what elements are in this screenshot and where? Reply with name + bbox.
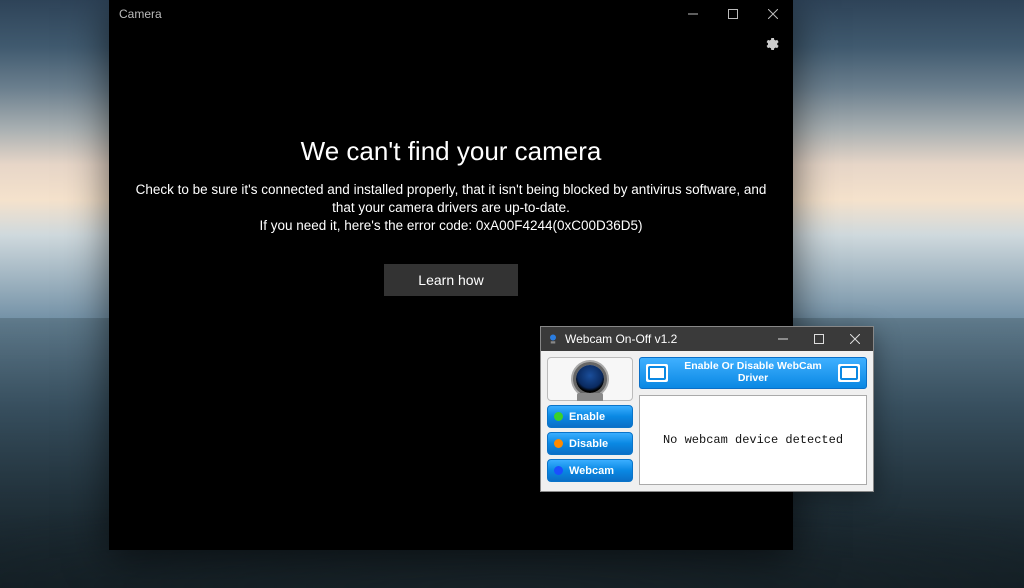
camera-error-line1: Check to be sure it's connected and inst… [136,182,767,215]
status-panel: No webcam device detected [639,395,867,485]
driver-header: Enable Or Disable WebCam Driver [639,357,867,389]
status-dot-orange [554,439,563,448]
learn-how-button[interactable]: Learn how [384,264,517,296]
enable-label: Enable [569,411,605,423]
close-button[interactable] [753,0,793,28]
id-card-icon [838,364,860,382]
maximize-button[interactable] [801,327,837,351]
minimize-button[interactable] [765,327,801,351]
camera-error-line2: If you need it, here's the error code: 0… [259,218,642,233]
disable-button[interactable]: Disable [547,432,633,455]
webcam-body: Enable Disable Webcam Enable Or Disable … [541,351,873,491]
status-message: No webcam device detected [663,433,843,447]
webcam-window-controls [765,327,873,351]
enable-button[interactable]: Enable [547,405,633,428]
webcam-label: Webcam [569,465,614,477]
close-button[interactable] [837,327,873,351]
minimize-button[interactable] [673,0,713,28]
status-dot-green [554,412,563,421]
camera-titlebar[interactable]: Camera [109,0,793,28]
camera-error-heading: We can't find your camera [301,136,602,167]
disable-label: Disable [569,438,608,450]
driver-header-text: Enable Or Disable WebCam Driver [674,361,832,384]
webcam-device-button[interactable] [547,357,633,401]
maximize-button[interactable] [713,0,753,28]
webcam-icon [576,365,604,393]
webcam-onoff-titlebar[interactable]: Webcam On-Off v1.2 [541,327,873,351]
camera-window-controls [673,0,793,28]
webcam-onoff-window: Webcam On-Off v1.2 Enable Disab [540,326,874,492]
toolbox-icon [646,364,668,382]
webcam-left-panel: Enable Disable Webcam [547,357,633,485]
webcam-app-icon [547,333,559,345]
camera-error-message: Check to be sure it's connected and inst… [131,181,771,236]
webcam-button[interactable]: Webcam [547,459,633,482]
webcam-app-title: Webcam On-Off v1.2 [565,332,765,346]
status-dot-blue [554,466,563,475]
webcam-right-panel: Enable Or Disable WebCam Driver No webca… [639,357,867,485]
camera-app-title: Camera [119,7,673,21]
settings-button[interactable] [763,36,779,57]
